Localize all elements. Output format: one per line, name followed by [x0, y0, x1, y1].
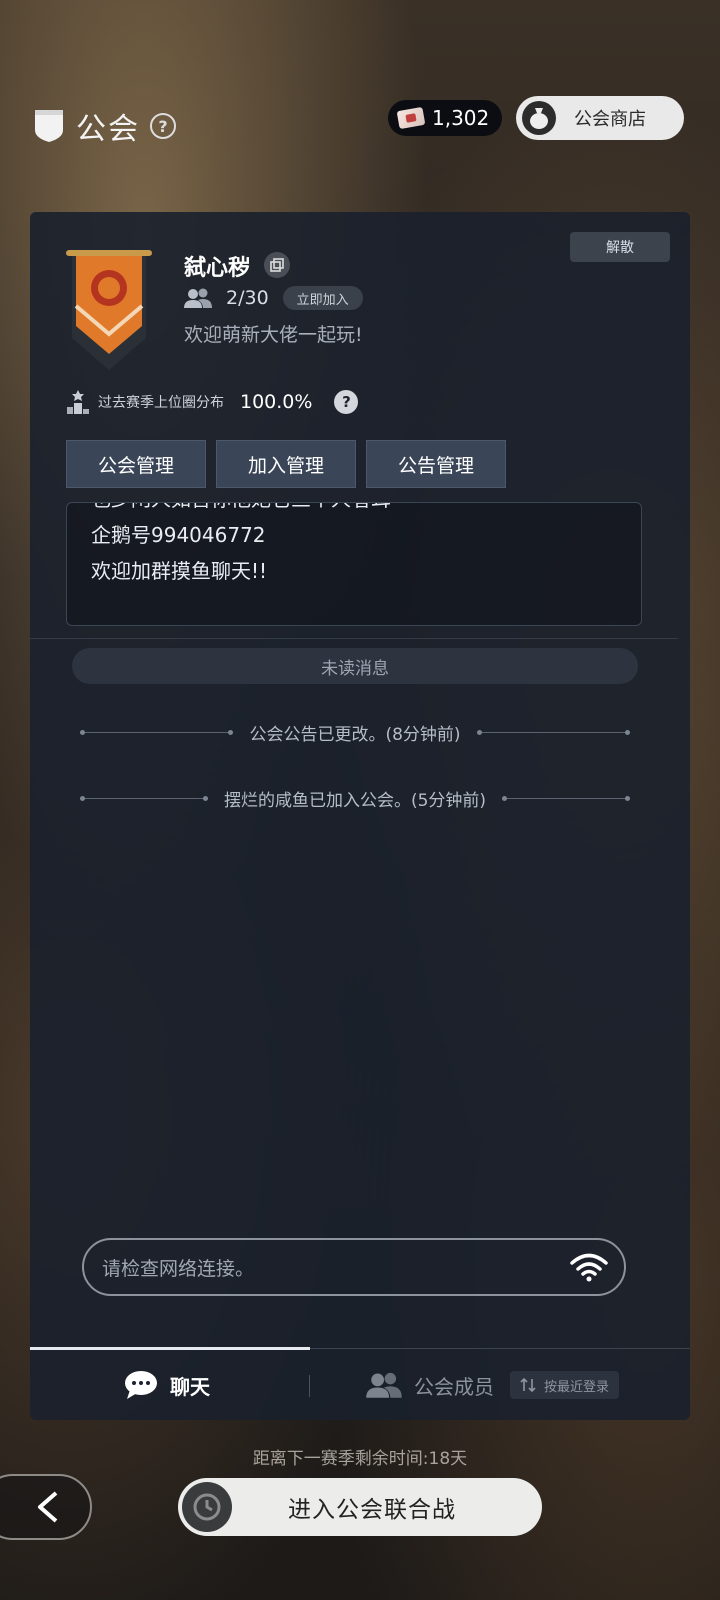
disband-button[interactable]: 解散 — [570, 232, 670, 262]
guild-banner-icon — [66, 250, 152, 370]
currency-value: 1,302 — [432, 106, 490, 130]
divider — [30, 638, 678, 639]
notice-line: 企鹅号994046772 — [91, 523, 266, 547]
members-row: 2/30 立即加入 — [184, 286, 363, 310]
guild-name: 弑心秽 — [184, 256, 251, 281]
tab-chat[interactable]: 聊天 — [124, 1349, 210, 1420]
guild-panel: 弑心秽 解散 2/30 立即加入 欢迎萌新大佬一起玩! 过去赛季上位圈分布 10… — [30, 212, 690, 1420]
join-badge: 立即加入 — [282, 286, 363, 310]
guild-shop-button[interactable]: 公会商店 — [516, 96, 684, 140]
chat-input[interactable]: 请检查网络连接。 — [82, 1238, 626, 1296]
guild-shield-icon — [35, 110, 63, 142]
page-title: 公会 — [76, 112, 140, 147]
tab-members-label: 公会成员 — [414, 1374, 494, 1399]
sort-arrows-icon — [520, 1377, 536, 1393]
season-countdown: 距离下一赛季剩余时间:18天 — [252, 1449, 468, 1469]
members-icon — [184, 288, 212, 308]
unread-messages-bar[interactable]: 未读消息 — [72, 648, 638, 684]
system-message: 摆烂的咸鱼已加入公会。(5分钟前) — [80, 786, 630, 811]
notice-line: 也少闲人如吾你他她它三个人者耳 — [91, 503, 617, 517]
back-button[interactable] — [0, 1474, 92, 1540]
wifi-icon — [570, 1253, 608, 1282]
sort-label: 按最近登录 — [544, 1379, 610, 1395]
top-bar: 公会 ? 1,302 公会商店 — [0, 96, 720, 147]
divider-line — [476, 729, 631, 735]
rank-label: 过去赛季上位圈分布 — [98, 395, 224, 411]
rank-row: 过去赛季上位圈分布 100.0% ? — [66, 390, 359, 414]
tab-separator — [309, 1375, 310, 1397]
clock-icon — [182, 1482, 232, 1532]
guild-notice-box[interactable]: 也少闲人如吾你他她它三个人者耳 企鹅号994046772 欢迎加群摸鱼聊天!! — [66, 502, 642, 626]
battle-label: 进入公会联合战 — [288, 1497, 456, 1523]
bottom-tabs: 聊天 公会成员 按最近登录 — [30, 1347, 690, 1420]
divider-line — [80, 729, 234, 735]
guild-battle-button[interactable]: 进入公会联合战 — [178, 1478, 542, 1536]
divider-line — [80, 795, 208, 801]
system-message: 公会公告已更改。(8分钟前) — [80, 720, 631, 745]
currency-display: 1,302 — [388, 100, 502, 136]
rank-help-icon[interactable]: ? — [334, 390, 359, 414]
title-group: 公会 ? — [32, 104, 176, 148]
back-arrow-icon — [38, 1491, 58, 1523]
rank-value: 100.0% — [240, 391, 313, 413]
members-count: 2/30 — [226, 287, 269, 309]
chat-bubble-icon — [125, 1371, 157, 1399]
shop-label: 公会商店 — [574, 109, 646, 130]
ticket-icon — [396, 106, 426, 130]
help-icon[interactable]: ? — [150, 113, 176, 139]
system-message-text: 摆烂的咸鱼已加入公会。(5分钟前) — [223, 790, 487, 811]
guild-motto: 欢迎萌新大佬一起玩! — [184, 324, 363, 346]
divider-line — [502, 795, 630, 801]
members-icon — [366, 1372, 402, 1398]
notice-line: 欢迎加群摸鱼聊天!! — [91, 559, 268, 583]
system-message-text: 公会公告已更改。(8分钟前) — [249, 724, 461, 745]
sort-button[interactable]: 按最近登录 — [510, 1371, 620, 1399]
copy-icon[interactable] — [264, 252, 290, 278]
management-buttons: 公会管理 加入管理 公告管理 — [66, 440, 506, 488]
join-management-button[interactable]: 加入管理 — [216, 440, 356, 488]
guild-management-button[interactable]: 公会管理 — [66, 440, 206, 488]
podium-icon — [67, 390, 89, 414]
money-bag-icon — [522, 101, 556, 135]
tab-chat-label: 聊天 — [170, 1374, 210, 1399]
chat-input-placeholder: 请检查网络连接。 — [102, 1257, 255, 1280]
notice-management-button[interactable]: 公告管理 — [366, 440, 506, 488]
tab-members[interactable]: 公会成员 按最近登录 — [366, 1349, 620, 1420]
